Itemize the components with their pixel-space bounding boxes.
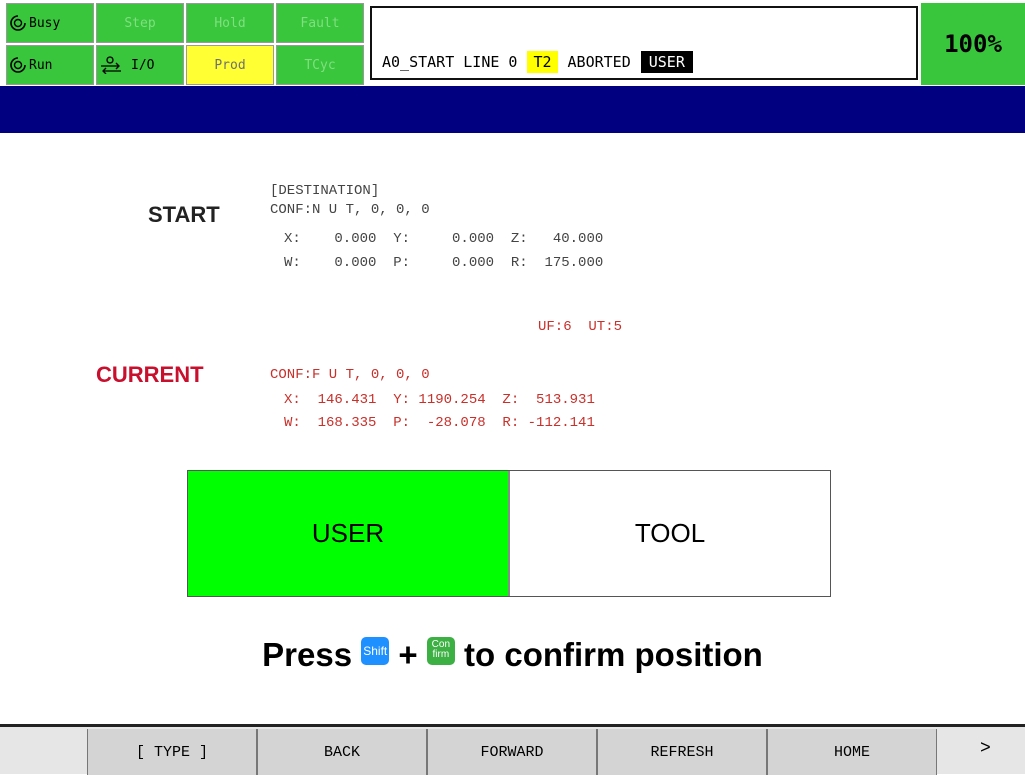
busy-indicator: Busy [6,3,94,43]
softkey-back[interactable]: BACK [257,729,427,775]
mode-badge: T2 [527,51,558,73]
io-icon [101,56,121,74]
step-label: Step [124,15,156,31]
start-conf: CONF:N U T, 0, 0, 0 [270,202,430,218]
plus-text: + [398,636,418,673]
confirm-key-bottom: firm [432,649,450,661]
run-label: Run [29,57,53,73]
tcyc-indicator: TCyc [276,45,364,85]
start-label: START [148,202,220,227]
run-state: ABORTED [567,53,631,71]
start-destination-header: [DESTINATION] [270,183,380,199]
current-conf: CONF:F U T, 0, 0, 0 [270,367,430,383]
confirm-key-icon: Con firm [426,637,455,666]
frame-numbers: UF:6 UT:5 [538,319,623,335]
message-line: A0_START LINE 0 T2 ABORTED USER [382,51,693,73]
start-wpr: W: 0.000 P: 0.000 R: 175.000 [284,255,604,271]
softkey-refresh[interactable]: REFRESH [597,729,767,775]
softkey-type[interactable]: [ TYPE ] [87,729,257,775]
function-key-bar: [ TYPE ] BACK FORWARD REFRESH HOME > [0,724,1025,775]
fault-label: Fault [300,15,340,31]
tool-frame-button[interactable]: TOOL [510,471,830,596]
start-xyz: X: 0.000 Y: 0.000 Z: 40.000 [284,231,604,247]
current-wpr: W: 168.335 P: -28.078 R: -112.141 [284,415,595,431]
softkey-forward[interactable]: FORWARD [427,729,597,775]
prod-label: Prod [214,57,246,73]
current-label: CURRENT [96,362,204,387]
status-bar: Busy Step Hold Fault Run I/O Prod TCyc A… [0,0,1025,86]
confirm-text: to confirm position [464,636,763,673]
step-indicator: Step [96,3,184,43]
io-label: I/O [131,57,155,73]
next-page-arrow[interactable]: > [980,739,991,759]
press-text: Press [262,636,353,673]
hold-indicator: Hold [186,3,274,43]
frame-badge: USER [640,51,693,73]
prod-indicator: Prod [186,45,274,85]
run-icon [10,57,26,73]
io-indicator: I/O [96,45,184,85]
current-xyz: X: 146.431 Y: 1190.254 Z: 513.931 [284,392,595,408]
shift-key-icon: Shift [361,637,390,666]
confirm-instruction: Press Shift + Con firm to confirm positio… [0,636,1025,674]
frame-selector: USER TOOL [187,470,831,597]
run-indicator: Run [6,45,94,85]
tcyc-label: TCyc [304,57,336,73]
softkey-home[interactable]: HOME [767,729,937,775]
user-frame-button[interactable]: USER [188,471,510,596]
busy-icon [10,15,26,31]
fault-indicator: Fault [276,3,364,43]
hold-label: Hold [214,15,246,31]
message-panel: A0_START LINE 0 T2 ABORTED USER [370,6,918,80]
title-bar [0,86,1025,133]
busy-label: Busy [29,15,61,31]
program-status: A0_START LINE 0 [382,53,518,71]
override-percent[interactable]: 100% [921,3,1025,85]
